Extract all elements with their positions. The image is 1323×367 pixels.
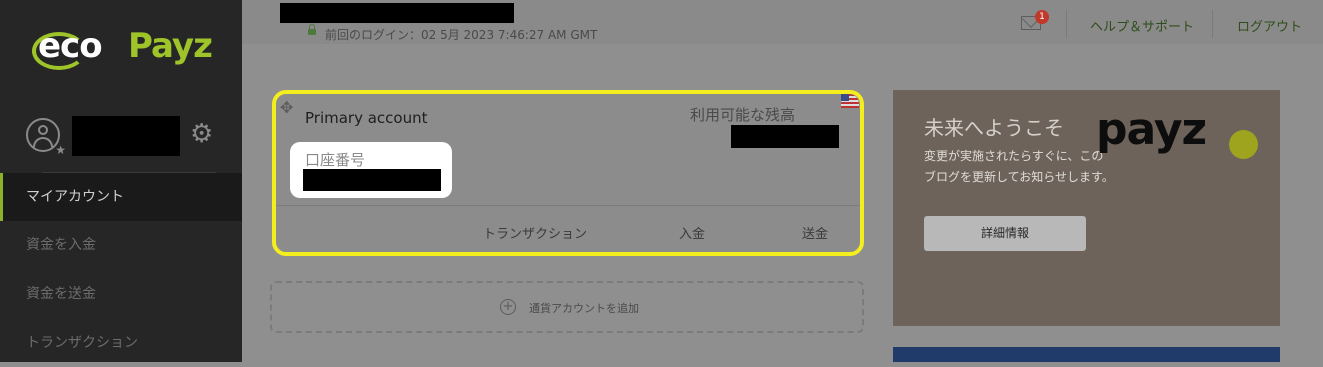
lock-icon — [308, 24, 316, 35]
user-avatar-icon[interactable]: ★ — [26, 118, 66, 156]
sidebar-item-send[interactable]: 資金を送金 — [0, 270, 242, 318]
send-link[interactable]: 送金 — [802, 223, 828, 242]
logout-link[interactable]: ログアウト — [1237, 16, 1302, 35]
plus-icon: + — [500, 299, 516, 315]
star-icon: ★ — [55, 143, 66, 157]
add-currency-account-label: 通貨アカウントを追加 — [529, 302, 639, 315]
promo-text: 変更が実施されたらすぐに、このブログを更新してお知らせします。 — [924, 149, 1114, 184]
account-title: Primary account — [305, 109, 428, 127]
notification-badge: 1 — [1035, 10, 1049, 24]
sidebar: eco Payz ★ ⚙ マイアカウント 資金を入金 資金を送金 トランザクショ… — [0, 0, 242, 362]
last-login-text: 前回のログイン：02 5月 2023 7:46:27 AM GMT — [325, 28, 598, 42]
divider — [276, 205, 860, 206]
transactions-link[interactable]: トランザクション — [483, 223, 587, 242]
redacted-account-number — [303, 169, 441, 191]
account-number-label: 口座番号 — [305, 151, 366, 169]
sidebar-item-deposit[interactable]: 資金を入金 — [0, 221, 242, 269]
deposit-link[interactable]: 入金 — [679, 223, 705, 242]
promo-title: 未来へようこそ — [924, 116, 1064, 140]
sidebar-item-my-account[interactable]: マイアカウント — [0, 173, 242, 221]
logo-text-eco: eco — [38, 26, 103, 66]
banner-strip — [893, 347, 1280, 362]
redacted-name — [280, 3, 514, 23]
redacted-balance — [731, 125, 839, 148]
details-button[interactable]: 詳細情報 — [924, 216, 1086, 251]
payz-logo: payz — [1096, 104, 1207, 155]
help-support-link[interactable]: ヘルプ＆サポート — [1090, 16, 1194, 35]
sidebar-item-transactions[interactable]: トランザクション — [0, 319, 242, 367]
logo-text-payz: Payz — [128, 26, 213, 66]
divider — [1212, 10, 1213, 38]
balance-label: 利用可能な残高 — [690, 106, 796, 124]
gear-icon[interactable]: ⚙ — [190, 120, 213, 148]
redacted-username — [72, 116, 180, 156]
ecopayz-logo[interactable]: eco Payz — [32, 22, 213, 72]
payz-logo-dot — [1229, 130, 1258, 159]
move-icon[interactable]: ✥ — [280, 98, 293, 117]
divider — [1066, 10, 1067, 38]
